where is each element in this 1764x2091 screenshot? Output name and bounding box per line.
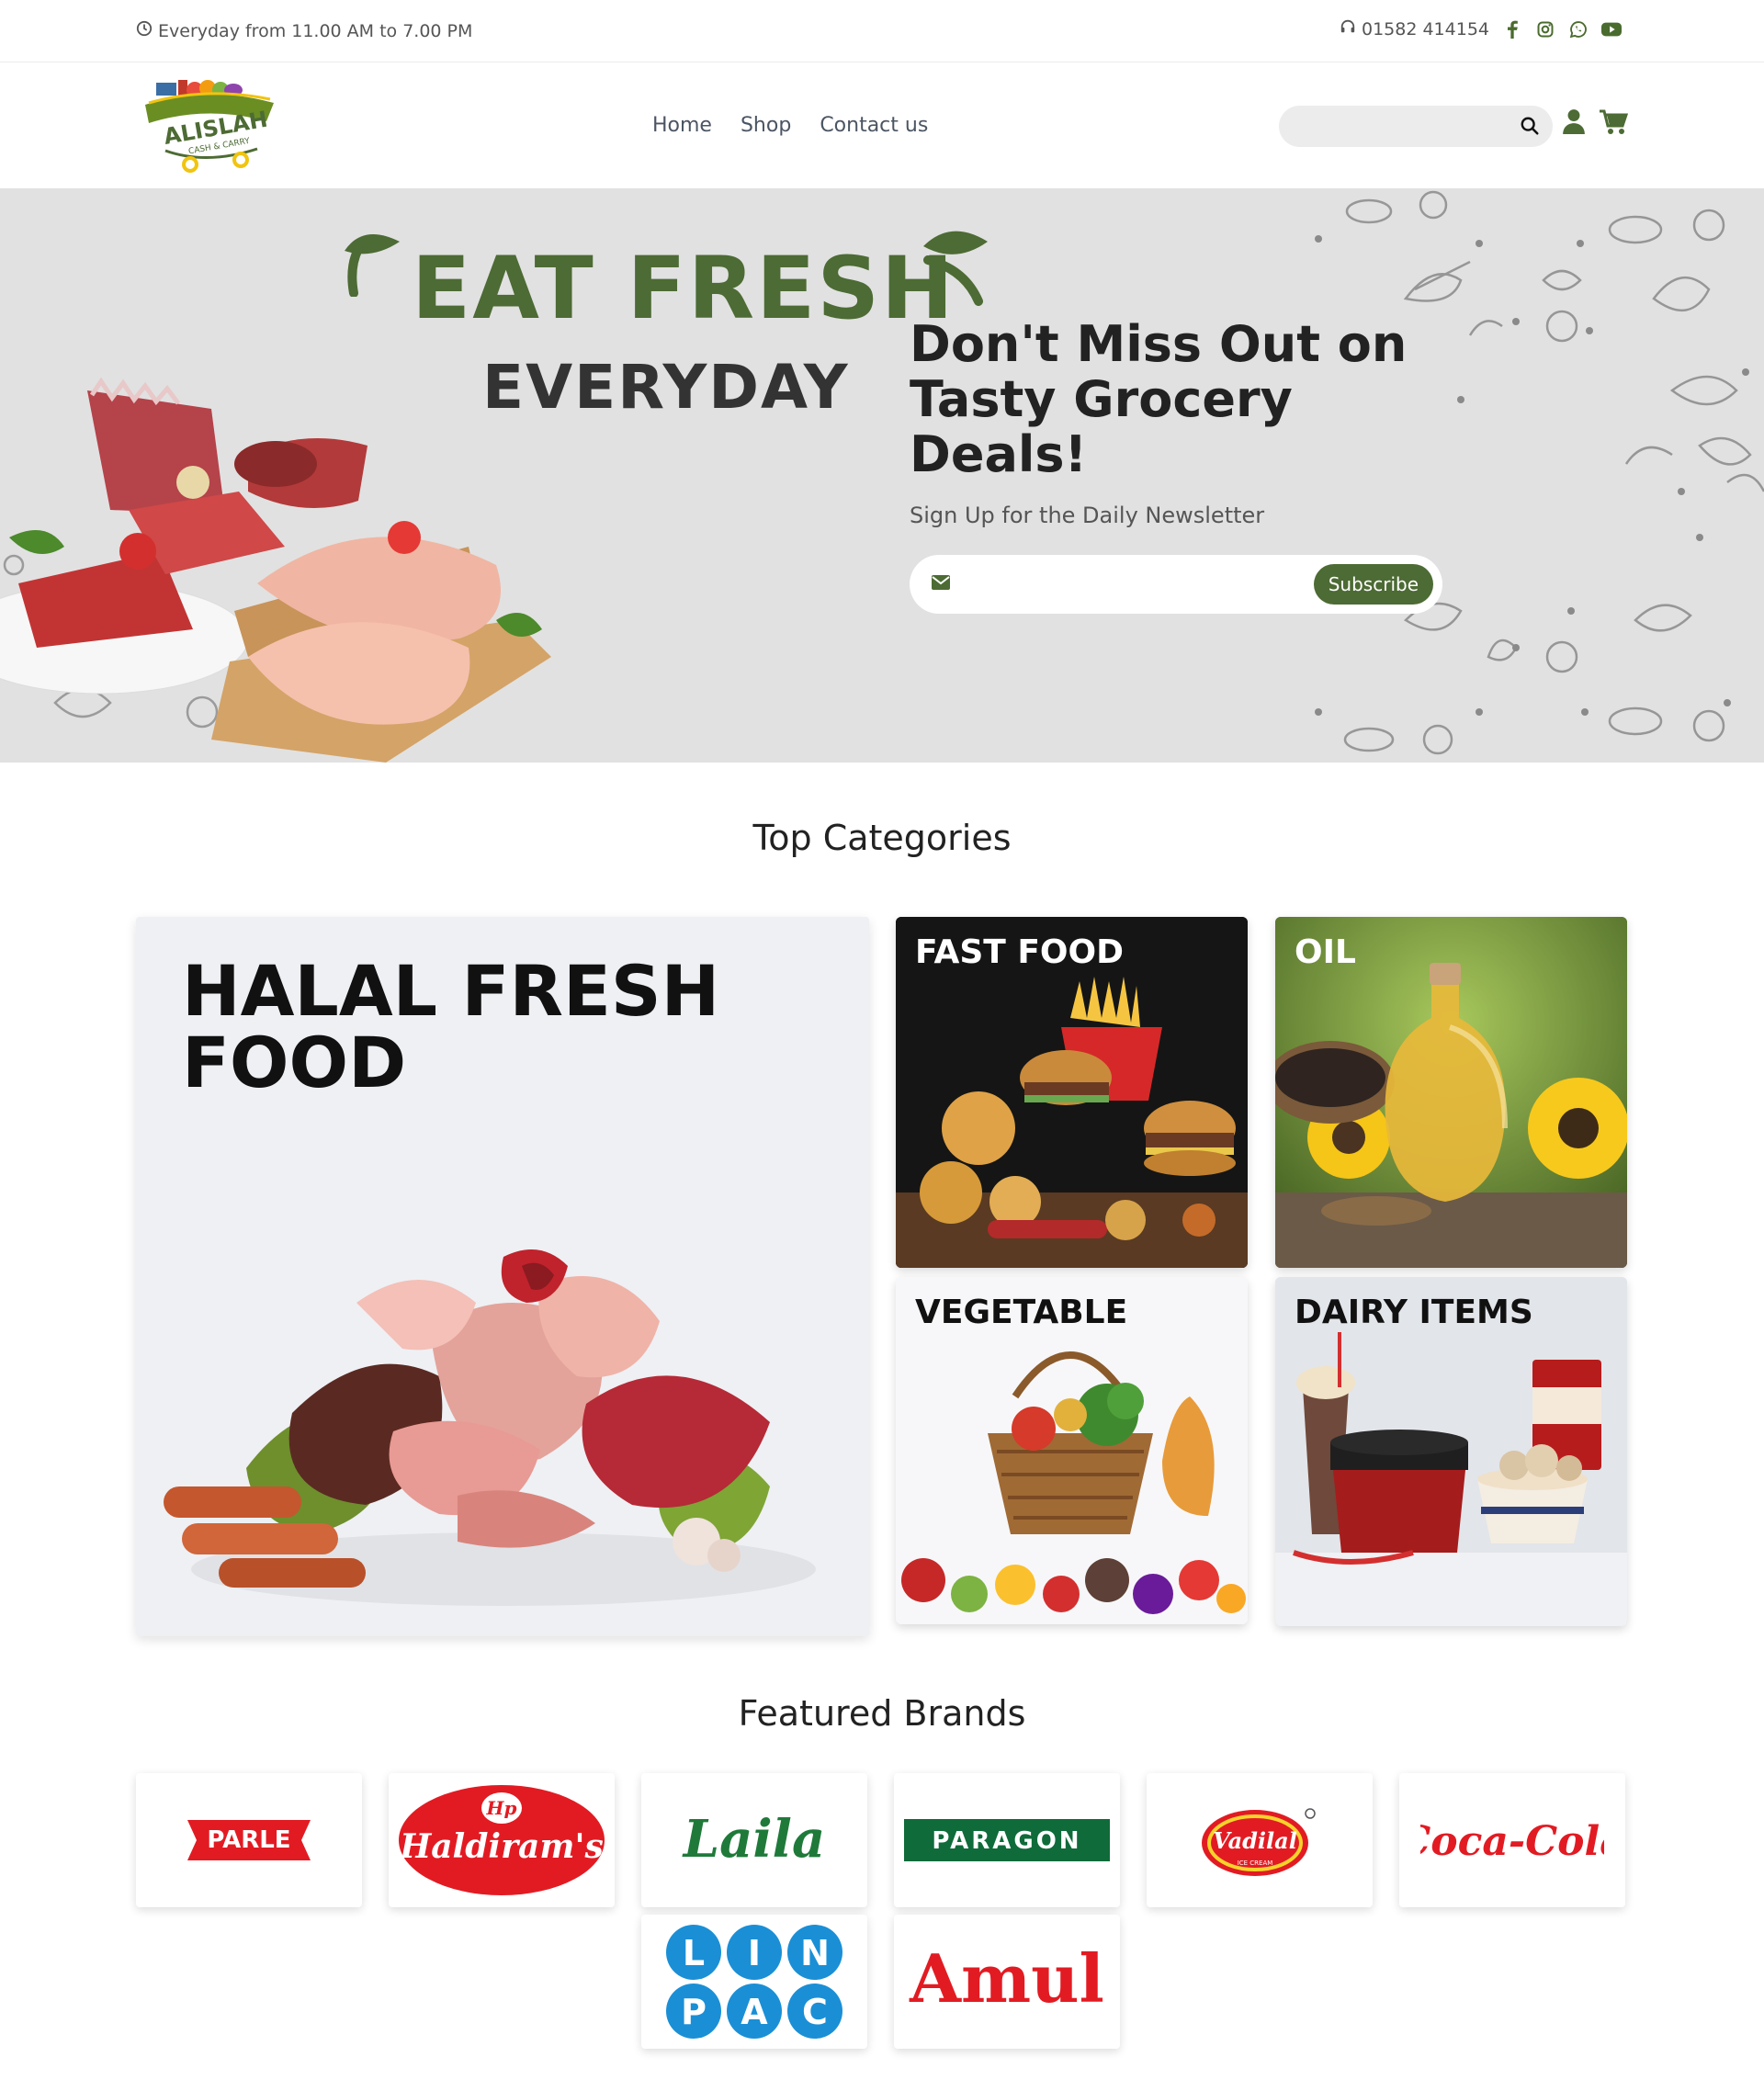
newsletter-email-field[interactable]: Subscribe bbox=[910, 555, 1442, 614]
brand-linpac[interactable]: L I N P A C bbox=[641, 1915, 867, 2049]
nav-home[interactable]: Home bbox=[652, 114, 712, 137]
brand-logo-text: Laila bbox=[682, 1809, 826, 1870]
brand-logo-text: Hp bbox=[486, 1797, 517, 1819]
featured-brands-title: Featured Brands bbox=[738, 1693, 1026, 1734]
brand-logo-text: P bbox=[681, 1992, 707, 2032]
brand-logo-text: Amul bbox=[909, 1939, 1104, 2018]
user-account-icon[interactable] bbox=[1562, 108, 1586, 138]
hero-banner: EAT FRESH EVERYDAY Don't Miss Out on Tas… bbox=[0, 188, 1764, 763]
nav-shop[interactable]: Shop bbox=[741, 114, 791, 137]
brand-logo-text: I bbox=[748, 1933, 761, 1973]
whatsapp-icon[interactable] bbox=[1568, 19, 1589, 40]
instagram-icon[interactable] bbox=[1535, 19, 1555, 40]
subscribe-button[interactable]: Subscribe bbox=[1313, 564, 1433, 605]
brand-logo-text: A bbox=[741, 1992, 768, 2032]
brand-paragon[interactable]: PARAGON bbox=[894, 1773, 1120, 1907]
headset-icon bbox=[1340, 18, 1356, 40]
brand-logo-text: Vadilal bbox=[1213, 1827, 1297, 1854]
brand-logo-text: Haldiram's bbox=[399, 1827, 604, 1866]
youtube-icon[interactable] bbox=[1601, 19, 1622, 40]
deal-title: Don't Miss Out on Tasty Grocery Deals! bbox=[910, 315, 1408, 483]
category-tile-halal-fresh-food[interactable]: HALAL FRESH FOOD bbox=[136, 917, 869, 1636]
leaf-icon bbox=[345, 234, 400, 297]
site-header: ALISLAH CASH & CARRY Home Shop Contact u… bbox=[0, 62, 1764, 188]
main-navigation: Home Shop Contact us bbox=[652, 114, 928, 137]
top-info-bar: Everyday from 11.00 AM to 7.00 PM 01582 … bbox=[0, 0, 1764, 62]
brand-laila[interactable]: Laila bbox=[641, 1773, 867, 1907]
hero-headline: EAT FRESH bbox=[412, 239, 956, 339]
opening-hours: Everyday from 11.00 AM to 7.00 PM bbox=[136, 20, 472, 41]
clock-icon bbox=[136, 20, 153, 41]
halal-meat-image bbox=[164, 1249, 816, 1606]
brand-logo-text: PARAGON bbox=[932, 1827, 1081, 1855]
brand-logo-text: ICE CREAM bbox=[1238, 1859, 1273, 1867]
brand-logo-text: L bbox=[683, 1933, 705, 1973]
category-label: OIL bbox=[1295, 933, 1356, 971]
envelope-icon bbox=[932, 575, 950, 593]
opening-hours-text: Everyday from 11.00 AM to 7.00 PM bbox=[158, 20, 473, 41]
category-label: VEGETABLE bbox=[915, 1294, 1128, 1331]
nav-contact[interactable]: Contact us bbox=[820, 114, 928, 137]
category-label: FAST FOOD bbox=[915, 933, 1125, 971]
brand-coca-cola[interactable]: Coca-Cola bbox=[1399, 1773, 1625, 1907]
search-input[interactable] bbox=[1279, 106, 1553, 147]
brand-amul[interactable]: Amul bbox=[894, 1915, 1120, 2049]
top-categories-title: Top Categories bbox=[752, 818, 1012, 858]
category-label: DAIRY ITEMS bbox=[1295, 1294, 1533, 1331]
brand-logo-text: PARLE bbox=[207, 1826, 290, 1854]
facebook-icon[interactable] bbox=[1502, 19, 1522, 40]
category-tile-oil[interactable]: OIL bbox=[1275, 917, 1627, 1268]
brand-vadilal[interactable]: Vadilal ICE CREAM bbox=[1147, 1773, 1373, 1907]
newsletter-label: Sign Up for the Daily Newsletter bbox=[910, 503, 1265, 528]
category-tile-fast-food[interactable]: FAST FOOD bbox=[896, 917, 1248, 1268]
phone-number[interactable]: 01582 414154 bbox=[1362, 19, 1489, 40]
category-tile-dairy-items[interactable]: DAIRY ITEMS bbox=[1275, 1277, 1627, 1626]
category-label: HALAL FRESH FOOD bbox=[182, 950, 720, 1103]
category-tile-vegetable[interactable]: VEGETABLE bbox=[896, 1277, 1248, 1624]
search-icon[interactable] bbox=[1520, 116, 1540, 140]
brand-parle[interactable]: PARLE bbox=[136, 1773, 362, 1907]
phone-contact[interactable]: 01582 414154 bbox=[1340, 18, 1489, 40]
hero-subheadline: EVERYDAY bbox=[482, 352, 850, 423]
shopping-cart-icon[interactable] bbox=[1599, 109, 1629, 139]
brand-haldirams[interactable]: Hp Haldiram's bbox=[389, 1773, 615, 1907]
site-logo[interactable]: ALISLAH CASH & CARRY bbox=[138, 75, 276, 176]
brand-logo-text: C bbox=[802, 1992, 828, 2032]
brand-logo-text: Coca-Cola bbox=[1420, 1818, 1604, 1865]
brand-logo-text: N bbox=[800, 1933, 830, 1973]
